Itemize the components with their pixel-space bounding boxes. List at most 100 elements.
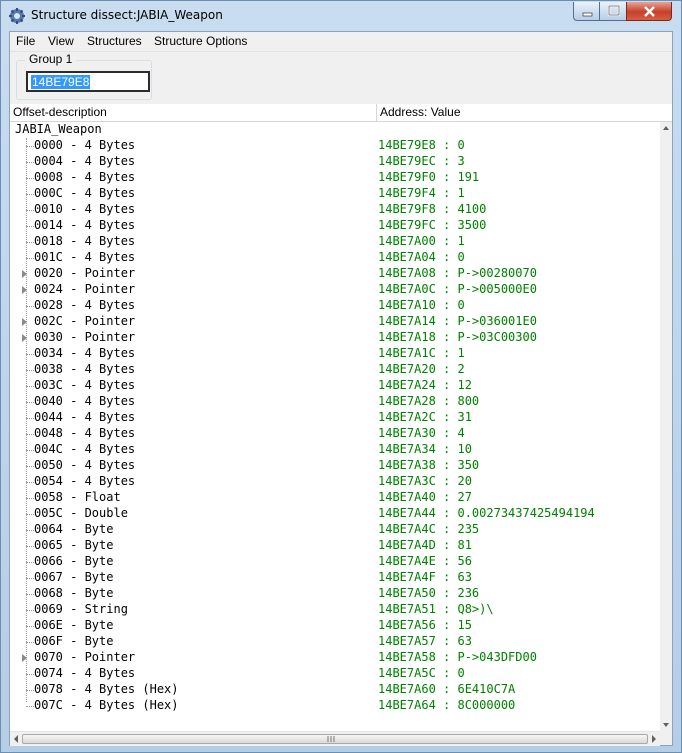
structure-row[interactable]: 006F - Byte 14BE7A57 : 63 [10,634,660,650]
offset-description: 0018 - 4 Bytes [34,234,136,248]
structure-row[interactable]: 0054 - 4 Bytes 14BE7A3C : 20 [10,474,660,490]
offset-description: 0028 - 4 Bytes [34,298,136,312]
offset-description: 002C - Pointer [34,314,136,328]
tree-connector [26,242,34,243]
thumb-grip-icon [327,736,335,742]
structure-row[interactable]: 0078 - 4 Bytes (Hex) 14BE7A60 : 6E410C7A [10,682,660,698]
address-value: 14BE79F0 : 191 [378,170,480,184]
offset-description: 0050 - 4 Bytes [34,458,136,472]
structure-row[interactable]: 003C - 4 Bytes 14BE7A24 : 12 [10,378,660,394]
cheat-engine-gear-icon [9,8,25,24]
structure-tree: JABIA_Weapon 0000 - 4 Bytes 14BE79E8 : 00… [10,122,660,731]
structure-row[interactable]: 0069 - String 14BE7A51 : Q8>)\ [10,602,660,618]
structure-row[interactable]: 0070 - Pointer 14BE7A58 : P->043DFD00 [10,650,660,666]
structure-row[interactable]: 0050 - 4 Bytes 14BE7A38 : 350 [10,458,660,474]
tree-connector [26,482,34,483]
group-box: Group 1 14BE79E8 [16,52,152,100]
structure-row[interactable]: 0008 - 4 Bytes 14BE79F0 : 191 [10,170,660,186]
horizontal-scrollbar[interactable] [10,731,660,746]
column-header-offset[interactable]: Offset-description [10,104,377,122]
tree-root[interactable]: JABIA_Weapon [10,122,660,138]
menu-file[interactable]: File [16,34,35,48]
structure-row[interactable]: 007C - 4 Bytes (Hex) 14BE7A64 : 8C000000 [10,698,660,714]
structure-row[interactable]: 0067 - Byte 14BE7A4F : 63 [10,570,660,586]
scroll-right-icon[interactable] [648,732,660,746]
address-input[interactable]: 14BE79E8 [26,71,150,92]
structure-row[interactable]: 0038 - 4 Bytes 14BE7A20 : 2 [10,362,660,378]
menu-structures[interactable]: Structures [87,34,142,48]
structure-row[interactable]: 001C - 4 Bytes 14BE7A04 : 0 [10,250,660,266]
scroll-left-icon[interactable] [10,732,22,746]
structure-row[interactable]: 0044 - 4 Bytes 14BE7A2C : 31 [10,410,660,426]
structure-row[interactable]: 006E - Byte 14BE7A56 : 15 [10,618,660,634]
tree-connector [26,514,34,515]
tree-connector [26,626,34,627]
tree-connector [26,306,34,307]
structure-row[interactable]: 004C - 4 Bytes 14BE7A34 : 10 [10,442,660,458]
group-label: Group 1 [25,52,77,66]
structure-row[interactable]: 0024 - Pointer 14BE7A0C : P->005000E0 [10,282,660,298]
vertical-scrollbar[interactable] [660,122,672,731]
size-grip[interactable] [660,731,672,745]
offset-description: 005C - Double [34,506,128,520]
tree-connector [26,450,34,451]
expand-arrow-icon[interactable] [22,286,27,294]
offset-description: 0014 - 4 Bytes [34,218,136,232]
offset-description: 0010 - 4 Bytes [34,202,136,216]
structure-row[interactable]: 0058 - Float 14BE7A40 : 27 [10,490,660,506]
structure-row[interactable]: 0030 - Pointer 14BE7A18 : P->03C00300 [10,330,660,346]
structure-row[interactable]: 0004 - 4 Bytes 14BE79EC : 3 [10,154,660,170]
offset-description: 000C - 4 Bytes [34,186,136,200]
menu-view[interactable]: View [48,34,74,48]
structure-row[interactable]: 0010 - 4 Bytes 14BE79F8 : 4100 [10,202,660,218]
menu-structure-options[interactable]: Structure Options [154,34,247,48]
structure-row[interactable]: 0020 - Pointer 14BE7A08 : P->00280070 [10,266,660,282]
menu-bar: File View Structures Structure Options [10,32,672,52]
structure-row[interactable]: 0040 - 4 Bytes 14BE7A28 : 800 [10,394,660,410]
structure-row[interactable]: 0074 - 4 Bytes 14BE7A5C : 0 [10,666,660,682]
tree-connector [26,258,34,259]
structure-row[interactable]: 000C - 4 Bytes 14BE79F4 : 1 [10,186,660,202]
offset-description: 0078 - 4 Bytes (Hex) [34,682,179,696]
offset-description: 006E - Byte [34,618,114,632]
horizontal-scroll-thumb[interactable] [22,734,648,744]
maximize-button[interactable] [599,2,627,21]
structure-row[interactable]: 0034 - 4 Bytes 14BE7A1C : 1 [10,346,660,362]
expand-arrow-icon[interactable] [22,318,27,326]
structure-row[interactable]: 0028 - 4 Bytes 14BE7A10 : 0 [10,298,660,314]
structure-row[interactable]: 0018 - 4 Bytes 14BE7A00 : 1 [10,234,660,250]
structure-row[interactable]: 002C - Pointer 14BE7A14 : P->036001E0 [10,314,660,330]
address-value: 14BE7A14 : P->036001E0 [378,314,537,328]
title-bar[interactable]: Structure dissect:JABIA_Weapon [1,1,681,31]
address-value: 14BE7A04 : 0 [378,250,465,264]
structure-row[interactable]: 0066 - Byte 14BE7A4E : 56 [10,554,660,570]
maximize-icon [607,4,621,17]
expand-arrow-icon[interactable] [22,334,27,342]
structure-row[interactable]: 0064 - Byte 14BE7A4C : 235 [10,522,660,538]
structure-row[interactable]: 005C - Double 14BE7A44 : 0.00273437425494… [10,506,660,522]
expand-arrow-icon[interactable] [22,654,27,662]
structure-row[interactable]: 0065 - Byte 14BE7A4D : 81 [10,538,660,554]
offset-description: 0044 - 4 Bytes [34,410,136,424]
offset-description: 0074 - 4 Bytes [34,666,136,680]
column-header-offset-label: Offset-description [13,105,107,119]
address-value: 14BE7A56 : 15 [378,618,472,632]
address-value: 14BE7A40 : 27 [378,490,472,504]
structure-row[interactable]: 0014 - 4 Bytes 14BE79FC : 3500 [10,218,660,234]
column-header-address-value[interactable]: Address: Value [377,104,672,122]
structure-row[interactable]: 0000 - 4 Bytes 14BE79E8 : 0 [10,138,660,154]
address-value: 14BE7A60 : 6E410C7A [378,682,516,696]
column-header-address-value-label: Address: Value [380,105,461,119]
minimize-button[interactable] [573,2,600,21]
address-value: 14BE7A50 : 236 [378,586,480,600]
address-value: 14BE7A4E : 56 [378,554,472,568]
address-value: 14BE7A64 : 8C000000 [378,698,516,712]
structure-row[interactable]: 0068 - Byte 14BE7A50 : 236 [10,586,660,602]
client-area: File View Structures Structure Options G… [9,31,673,746]
structure-row[interactable]: 0048 - 4 Bytes 14BE7A30 : 4 [10,426,660,442]
offset-description: 0066 - Byte [34,554,114,568]
address-value: 14BE7A18 : P->03C00300 [378,330,537,344]
expand-arrow-icon[interactable] [22,270,27,278]
close-button[interactable] [626,2,672,21]
offset-description: 0020 - Pointer [34,266,136,280]
